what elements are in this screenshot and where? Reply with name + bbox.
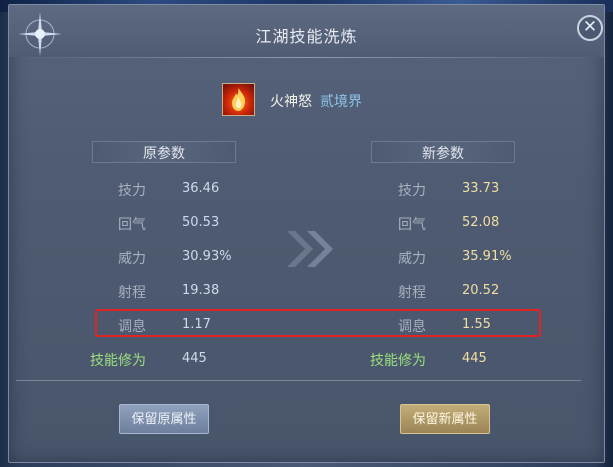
cultivation-label-old: 技能修为 xyxy=(90,353,146,369)
stat-old-value: 36.46 xyxy=(182,181,220,196)
stat-old-value: 50.53 xyxy=(182,215,220,230)
stat-new-value: 33.73 xyxy=(462,181,500,196)
stat-label-new: 技力 xyxy=(398,183,426,199)
keep-old-attributes-button[interactable]: 保留原属性 xyxy=(119,404,209,434)
title-bar: 江湖技能洗炼 ✕ xyxy=(9,5,604,57)
fire-skill-icon xyxy=(222,83,255,116)
stat-label-old: 威力 xyxy=(118,251,146,267)
new-params-header: 新参数 xyxy=(422,146,464,162)
skill-level: 贰境界 xyxy=(320,94,362,110)
highlight-box xyxy=(95,309,541,337)
cultivation-new-value: 445 xyxy=(462,351,487,366)
stat-new-value: 52.08 xyxy=(462,215,500,230)
close-icon[interactable]: ✕ xyxy=(577,15,603,41)
bottom-divider xyxy=(16,380,581,381)
stat-new-value: 20.52 xyxy=(462,283,500,298)
stat-new-value: 35.91% xyxy=(462,249,512,264)
double-chevron-right-icon xyxy=(287,231,333,267)
stat-label-old: 技力 xyxy=(118,183,146,199)
stat-label-new: 威力 xyxy=(398,251,426,267)
old-params-header: 原参数 xyxy=(143,146,185,162)
dialog-title: 江湖技能洗炼 xyxy=(255,27,358,46)
title-divider xyxy=(15,57,598,58)
cultivation-old-value: 445 xyxy=(182,351,207,366)
keep-new-attributes-button[interactable]: 保留新属性 xyxy=(400,404,490,434)
stat-label-new: 射程 xyxy=(398,285,426,301)
cultivation-label-new: 技能修为 xyxy=(370,353,426,369)
stat-old-value: 30.93% xyxy=(182,249,232,264)
skill-name: 火神怒 xyxy=(270,94,312,110)
stat-label-new: 回气 xyxy=(398,217,426,233)
stat-label-old: 射程 xyxy=(118,285,146,301)
stat-label-old: 回气 xyxy=(118,217,146,233)
stat-old-value: 19.38 xyxy=(182,283,220,298)
